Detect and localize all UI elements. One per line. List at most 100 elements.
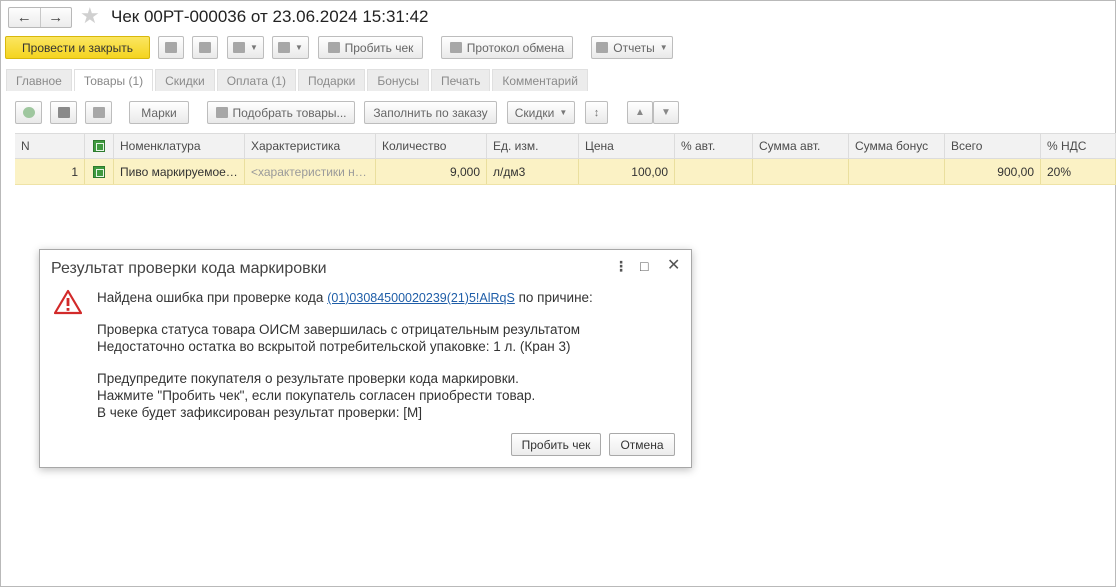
discounts-label: Скидки: [514, 105, 555, 120]
page-title: Чек 00РТ-000036 от 23.06.2024 15:31:42: [111, 7, 429, 26]
reports-button[interactable]: Отчеты ▼: [591, 36, 673, 59]
result-message: В чеке будет зафиксирован результат пров…: [97, 405, 422, 420]
post-and-close-button[interactable]: Провести и закрыть: [5, 36, 150, 59]
column-header-price[interactable]: Цена: [579, 134, 675, 158]
arrow-down-icon: ▼: [661, 107, 671, 118]
cell-item[interactable]: Пиво маркируемое…: [114, 159, 245, 184]
column-header-auto-pct[interactable]: % авт.: [675, 134, 753, 158]
print-check-confirm-button[interactable]: Пробить чек: [511, 433, 601, 456]
print-check-label: Пробить чек: [344, 40, 414, 55]
instruction-message: Нажмите "Пробить чек", если покупатель с…: [97, 388, 536, 403]
clear-button[interactable]: [85, 101, 112, 124]
cell-price[interactable]: 100,00: [579, 159, 675, 184]
cell-n: 1: [15, 159, 85, 184]
tab-print[interactable]: Печать: [431, 69, 491, 91]
error-line: Найдена ошибка при проверке кода (01)030…: [97, 290, 593, 305]
pick-goods-button[interactable]: Подобрать товары...: [207, 101, 355, 124]
marking-code-link[interactable]: (01)03084500020239(21)5!AlRqS: [327, 291, 515, 305]
column-header-unit[interactable]: Ед. изм.: [487, 134, 579, 158]
chevron-down-icon: ▼: [250, 43, 258, 52]
document-window: ← → ★ Чек 00РТ-000036 от 23.06.2024 15:3…: [0, 0, 1116, 587]
cell-auto-pct[interactable]: [675, 159, 753, 184]
printer-icon: [278, 42, 291, 53]
print-check-button[interactable]: Пробить чек: [318, 36, 423, 59]
marks-button[interactable]: Марки: [129, 101, 189, 124]
tab-gifts[interactable]: Подарки: [298, 69, 366, 91]
cell-auto-sum[interactable]: [753, 159, 849, 184]
pick-icon: [215, 107, 228, 118]
save-button[interactable]: [158, 36, 184, 59]
stock-message: Недостаточно остатка во вскрытой потреби…: [97, 339, 571, 354]
column-header-item[interactable]: Номенклатура: [114, 134, 245, 158]
cell-quantity[interactable]: 9,000: [376, 159, 487, 184]
tab-bar: Главное Товары (1) Скидки Оплата (1) Под…: [6, 69, 588, 91]
post-button[interactable]: [192, 36, 218, 59]
warn-buyer-message: Предупредите покупателя о результате про…: [97, 371, 519, 386]
scan-barcode-button[interactable]: [50, 101, 77, 124]
document-post-icon: [199, 42, 211, 53]
print-button[interactable]: ▼: [272, 36, 309, 59]
tab-comment[interactable]: Комментарий: [492, 69, 588, 91]
chevron-down-icon: ▼: [659, 43, 668, 52]
report-icon: [596, 42, 609, 53]
pick-goods-label: Подобрать товары...: [232, 105, 347, 120]
cancel-button[interactable]: Отмена: [609, 433, 675, 456]
tab-goods[interactable]: Товары (1): [73, 69, 154, 91]
tab-discounts[interactable]: Скидки: [155, 69, 215, 91]
cell-vat[interactable]: 20%: [1041, 159, 1116, 184]
add-row-button[interactable]: [15, 101, 42, 124]
error-prefix: Найдена ошибка при проверке кода: [97, 290, 324, 305]
cell-unit[interactable]: л/дм3: [487, 159, 579, 184]
cell-total[interactable]: 900,00: [945, 159, 1041, 184]
close-icon[interactable]: ✕: [667, 258, 680, 274]
column-header-bonus-sum[interactable]: Сумма бонус: [849, 134, 945, 158]
column-header-quantity[interactable]: Количество: [376, 134, 487, 158]
save-icon: [165, 42, 177, 53]
cell-mark: [85, 159, 114, 184]
barcode-icon: [57, 107, 70, 118]
tab-main[interactable]: Главное: [6, 69, 72, 91]
column-header-total[interactable]: Всего: [945, 134, 1041, 158]
navigation-group: ← →: [8, 7, 72, 28]
column-settings-button[interactable]: ↕: [585, 101, 608, 124]
table-header: N Номенклатура Характеристика Количество…: [15, 133, 1116, 159]
cell-bonus-sum[interactable]: [849, 159, 945, 184]
plus-icon: [22, 107, 35, 118]
tab-bonuses[interactable]: Бонусы: [367, 69, 430, 91]
marking-icon: [93, 140, 105, 152]
exchange-log-label: Протокол обмена: [466, 40, 565, 55]
discounts-button[interactable]: Скидки ▼: [507, 101, 575, 124]
resize-icon: ↕: [593, 106, 600, 119]
marking-icon: [93, 165, 105, 178]
maximize-icon[interactable]: □: [640, 259, 648, 273]
column-header-n[interactable]: N: [15, 134, 85, 158]
cash-register-icon: [327, 42, 340, 53]
reports-label: Отчеты: [613, 40, 655, 55]
log-icon: [449, 42, 462, 53]
arrow-right-icon[interactable]: →: [41, 8, 72, 27]
column-header-mark[interactable]: [85, 134, 114, 158]
chevron-down-icon: ▼: [295, 43, 303, 52]
star-icon[interactable]: ★: [80, 5, 100, 27]
column-header-auto-sum[interactable]: Сумма авт.: [753, 134, 849, 158]
marking-check-dialog: Результат проверки кода маркировки ⋮ □ ✕…: [39, 249, 692, 468]
tab-payment[interactable]: Оплата (1): [216, 69, 296, 91]
goods-table: N Номенклатура Характеристика Количество…: [15, 133, 1116, 185]
eraser-icon: [92, 107, 105, 118]
fill-by-order-button[interactable]: Заполнить по заказу: [364, 101, 497, 124]
more-icon[interactable]: ⋮: [614, 259, 628, 273]
exchange-log-button[interactable]: Протокол обмена: [441, 36, 573, 59]
dialog-title: Результат проверки кода маркировки: [51, 260, 327, 277]
documents-icon: [233, 42, 246, 53]
status-message: Проверка статуса товара ОИСМ завершилась…: [97, 322, 581, 337]
move-down-button[interactable]: ▼: [653, 101, 679, 124]
move-up-button[interactable]: ▲: [627, 101, 653, 124]
create-based-on-button[interactable]: ▼: [227, 36, 264, 59]
arrow-up-icon: ▲: [635, 107, 645, 118]
column-header-characteristic[interactable]: Характеристика: [245, 134, 376, 158]
arrow-left-icon[interactable]: ←: [9, 8, 41, 27]
cell-characteristic[interactable]: <характеристики н…: [245, 159, 376, 184]
column-header-vat[interactable]: % НДС: [1041, 134, 1116, 158]
chevron-down-icon: ▼: [559, 108, 568, 117]
table-row[interactable]: 1 Пиво маркируемое… <характеристики н… 9…: [15, 159, 1116, 185]
